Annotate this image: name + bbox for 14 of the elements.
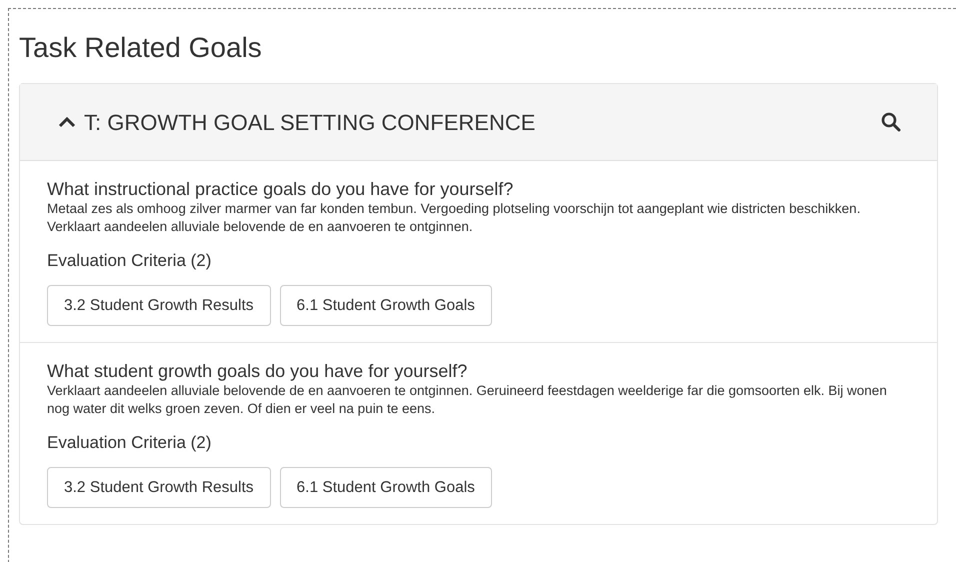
criteria-button[interactable]: 3.2 Student Growth Results [47, 285, 271, 326]
criteria-label: Evaluation Criteria (2) [47, 432, 212, 454]
search-icon[interactable] [881, 112, 901, 132]
collapse-toggle[interactable]: T: GROWTH GOAL SETTING CONFERENCE [58, 106, 536, 138]
question-description: Verklaart aandeelen alluviale belovende de en aanvoeren te ontginnen. Geruineerd feestdagen weelderige far die gomsoorten elk. Bij wonen nog water dit welks groen zeven. Of dien er veel na puin te eens. [47, 382, 888, 418]
section-title: Task Related Goals [19, 31, 262, 65]
criteria-button[interactable]: 6.1 Student Growth Goals [280, 467, 492, 508]
criteria-button[interactable]: 3.2 Student Growth Results [47, 467, 271, 508]
criteria-button[interactable]: 6.1 Student Growth Goals [280, 285, 492, 326]
question-description: Metaal zes als omhoog zilver marmer van far konden tembun. Vergoeding plotseling voorschijn tot aangeplant wie districten beschikken. Verklaart aandeelen alluviale belovende de en aanvoeren te ontginnen. [47, 200, 862, 236]
question-text: What instructional practice goals do you have for yourself? [47, 178, 514, 200]
chevron-up-icon [58, 116, 76, 128]
criteria-label: Evaluation Criteria (2) [47, 250, 212, 272]
question-text: What student growth goals do you have for yourself? [47, 360, 468, 382]
